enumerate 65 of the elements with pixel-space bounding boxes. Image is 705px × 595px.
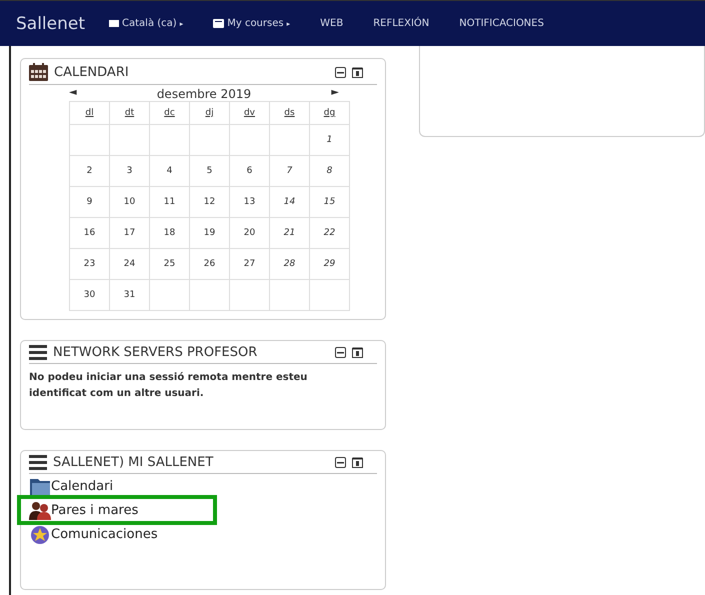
collapse-icon [335, 66, 346, 78]
block-title: NETWORK SERVERS PROFESOR [53, 345, 258, 360]
day-cell[interactable]: 21 [270, 218, 310, 248]
day-cell[interactable]: 3 [110, 156, 150, 186]
next-month-button[interactable]: ► [331, 87, 339, 101]
flag-icon [109, 20, 120, 28]
weekday-header: dc [150, 102, 190, 124]
day-cell[interactable]: 26 [190, 248, 230, 280]
menu-link[interactable]: Calendari [51, 478, 114, 494]
day-cell[interactable]: 8 [310, 156, 350, 186]
weekday-header: dj [190, 102, 230, 124]
day-cell[interactable]: 24 [110, 248, 150, 280]
day-cell[interactable]: 6 [230, 156, 270, 186]
collapse-icon [335, 347, 346, 358]
month-title: desembre 2019 [156, 87, 252, 101]
day-cell[interactable]: 23 [70, 248, 110, 280]
day-cell[interactable]: 29 [310, 248, 350, 280]
day-cell[interactable]: 4 [150, 156, 190, 186]
day-cell[interactable]: 19 [190, 218, 230, 248]
day-cell[interactable]: 27 [230, 248, 270, 280]
day-cell[interactable]: 7 [270, 156, 310, 186]
day-cell[interactable]: 1 [310, 124, 350, 156]
folder-icon [29, 476, 51, 496]
brand-link[interactable]: Sallenet [16, 14, 86, 34]
menu-link[interactable]: Comunicaciones [51, 526, 158, 542]
day-cell[interactable]: 11 [150, 186, 190, 218]
day-cell[interactable]: 5 [190, 156, 230, 186]
nav-link[interactable]: WEB [320, 18, 344, 29]
calendar-icon [29, 63, 48, 81]
dock-icon [352, 347, 363, 358]
weekday-header: dg [310, 102, 350, 124]
nav-link[interactable]: NOTIFICACIONES [459, 18, 544, 29]
people-icon [29, 500, 51, 520]
day-cell[interactable]: 20 [230, 218, 270, 248]
day-cell[interactable]: 13 [230, 186, 270, 218]
day-cell[interactable]: 2 [70, 156, 110, 186]
day-cell[interactable]: 31 [110, 280, 150, 310]
previous-month-button[interactable]: ◄ [69, 87, 77, 101]
day-cell[interactable]: 16 [70, 218, 110, 248]
day-cell[interactable]: 10 [110, 186, 150, 218]
day-cell[interactable]: 28 [270, 248, 310, 280]
day-cell[interactable]: 9 [70, 186, 110, 218]
menu-icon [29, 345, 47, 360]
menu-link[interactable]: Pares i mares [51, 502, 138, 518]
day-cell[interactable]: 15 [310, 186, 350, 218]
block-title: CALENDARI [54, 64, 130, 80]
weekday-header: ds [270, 102, 310, 124]
day-cell[interactable]: 25 [150, 248, 190, 280]
day-cell[interactable]: 22 [310, 218, 350, 248]
block-title: SALLENET) MI SALLENET [53, 455, 214, 470]
nav-link[interactable]: REFLEXIÓN [373, 18, 430, 29]
day-cell[interactable]: 17 [110, 218, 150, 248]
day-cell[interactable]: 14 [270, 186, 310, 218]
weekday-header: dt [110, 102, 150, 124]
day-cell[interactable]: 30 [70, 280, 110, 310]
weekday-header: dv [230, 102, 270, 124]
collapse-icon [335, 457, 346, 468]
book-icon [213, 19, 224, 28]
message-text: No podeu iniciar una sessió remota mentre esteu identificat com un altre usuari. [29, 371, 308, 401]
day-cell[interactable]: 18 [150, 218, 190, 248]
weekday-header: dl [70, 102, 110, 124]
day-cell[interactable]: 12 [190, 186, 230, 218]
dock-icon [352, 66, 363, 78]
menu-icon [29, 455, 47, 470]
dock-icon [352, 457, 363, 468]
